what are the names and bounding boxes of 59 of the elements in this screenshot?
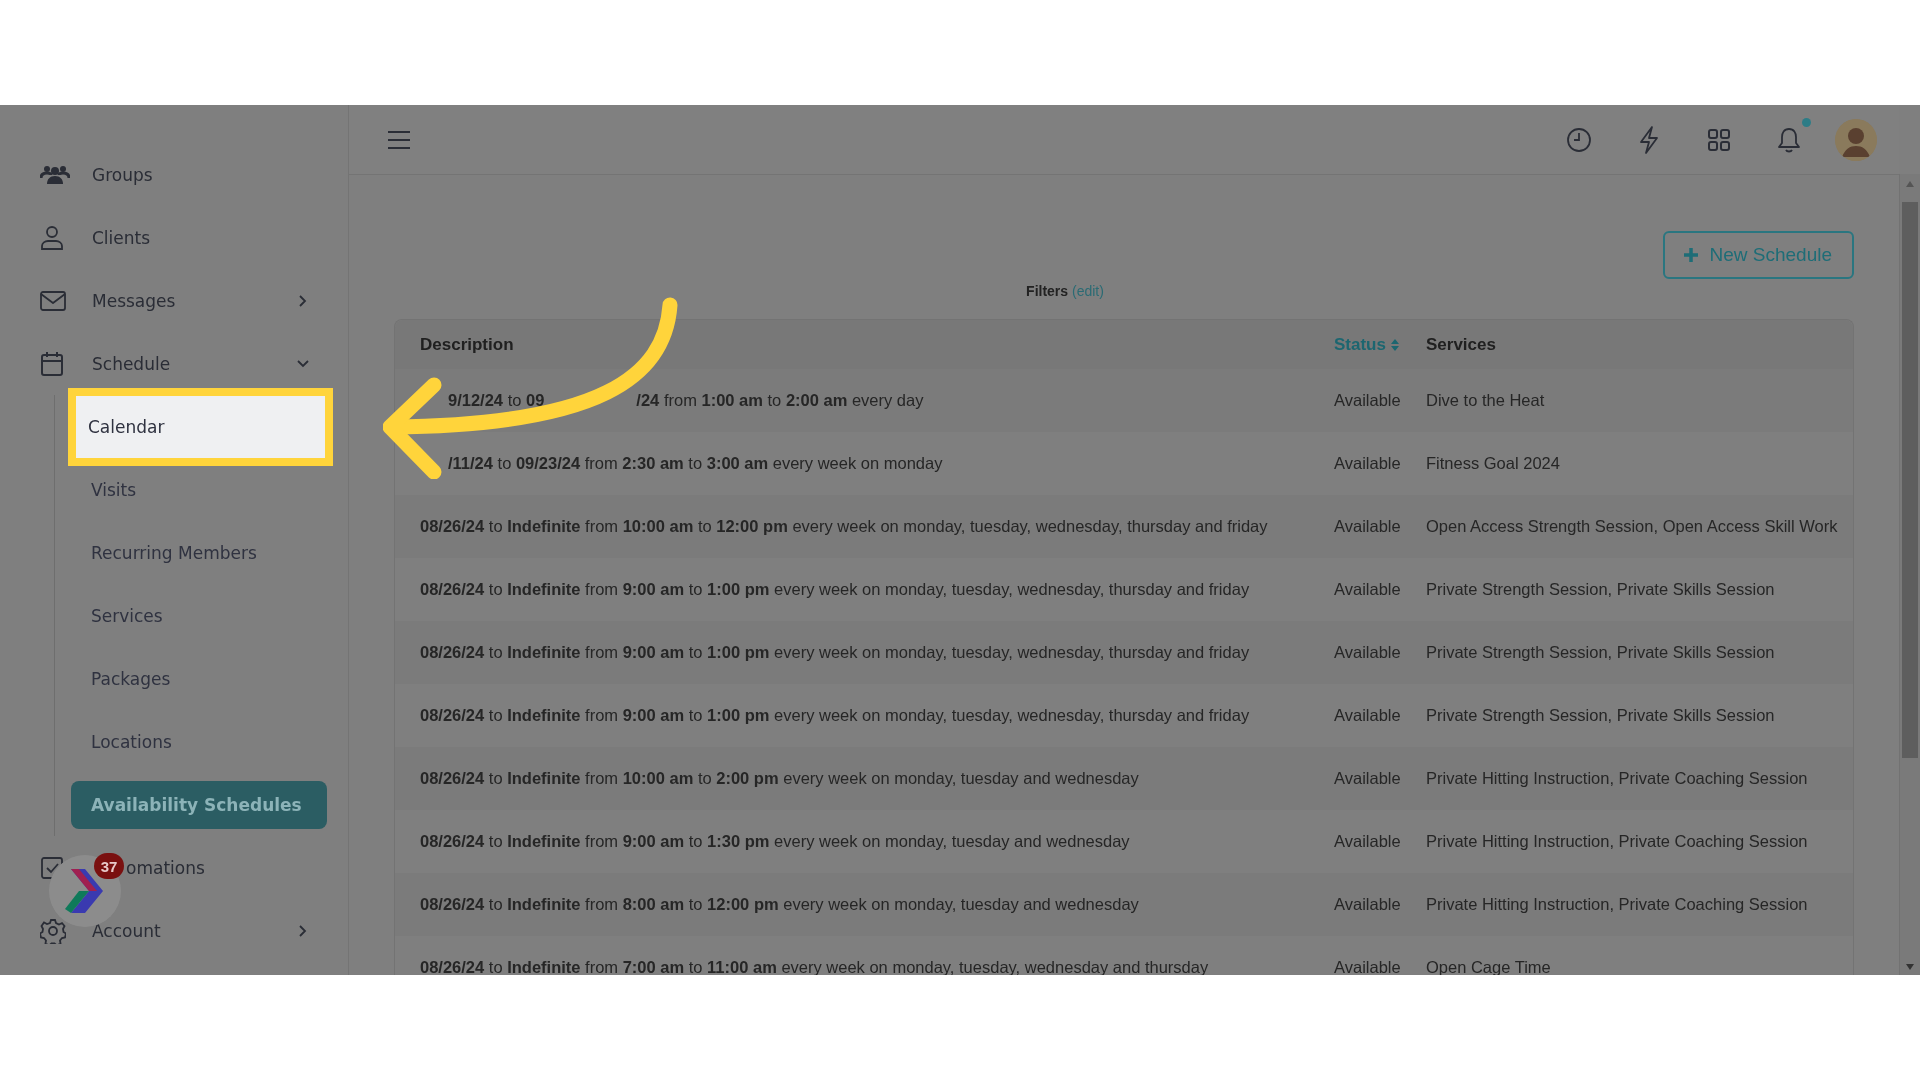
sidebar-subitem[interactable]: Packages: [71, 654, 327, 703]
table-cell: Available: [1334, 832, 1401, 850]
table-cell: Available: [1334, 706, 1401, 724]
table-cell: Available: [1334, 517, 1401, 535]
sidebar-item[interactable]: omations: [126, 857, 205, 878]
table-cell: Private Hitting Instruction, Private Coaching Session: [1426, 769, 1808, 787]
table-cell: Available: [1334, 643, 1401, 661]
sidebar-item[interactable]: Schedule: [92, 353, 171, 374]
table-cell: 08/26/24 to Indefinite from 8:00 am to 12:00 pm every week on monday, tuesday and wednesday: [420, 895, 1139, 914]
table-cell: Dive to the Heat: [1426, 391, 1545, 409]
table-cell: 08/26/24 to Indefinite from 9:00 am to 1:00 pm every week on monday, tuesday, wednesday, thursday and friday: [420, 706, 1250, 725]
table-cell: Private Strength Session, Private Skills Session: [1426, 706, 1775, 724]
settings-icon: [40, 917, 66, 944]
table-cell: 08/26/24 to Indefinite from 10:00 am to 2:00 pm every week on monday, tuesday and wednesday: [420, 769, 1139, 788]
table-cell: 08/26/24 to Indefinite from 10:00 am to 12:00 pm every week on monday, tuesday, wednesday, thursday and friday: [420, 517, 1268, 536]
table-cell: Available: [1334, 580, 1401, 598]
notification-badge: 37: [94, 853, 124, 879]
apps-grid-icon[interactable]: [1707, 127, 1731, 152]
sidebar-item[interactable]: Account: [92, 920, 161, 941]
table-cell: 08/26/24 to Indefinite from 9:00 am to 1:00 pm every week on monday, tuesday, wednesday, thursday and friday: [420, 643, 1250, 662]
clock-icon[interactable]: [1565, 125, 1593, 154]
table-cell: Private Strength Session, Private Skills Session: [1426, 643, 1775, 661]
table-cell: Private Hitting Instruction, Private Coaching Session: [1426, 895, 1808, 913]
plus-icon: [1683, 247, 1700, 263]
sidebar-item[interactable]: Messages: [92, 290, 176, 311]
person-icon: [40, 224, 64, 251]
table-cell: 9/12/24 to 09: [448, 391, 545, 410]
table-cell: Private Strength Session, Private Skills Session: [1426, 580, 1775, 598]
table-cell: /11/24 to 09/23/24 from 2:30 am to 3:00 am every week on monday: [448, 454, 943, 473]
table-cell: Open Access Strength Session, Open Access Skill Work: [1426, 517, 1838, 535]
sidebar-subitem[interactable]: Recurring Members: [71, 528, 327, 577]
lightning-icon[interactable]: [1637, 124, 1661, 155]
sidebar-item[interactable]: Clients: [92, 227, 151, 248]
table-cell: Available: [1334, 895, 1401, 913]
table-cell: Available: [1334, 454, 1401, 472]
mail-icon: [40, 290, 66, 311]
scrollbar[interactable]: [1899, 174, 1920, 975]
filters-label: Filters: [1026, 283, 1069, 299]
sidebar-subitem[interactable]: Locations: [71, 717, 327, 766]
sidebar-subitem[interactable]: Calendar: [68, 387, 333, 466]
notifications-icon[interactable]: [1776, 125, 1802, 154]
table-cell: /24 from 1:00 am to 2:00 am every day: [636, 391, 924, 410]
table-cell: Available: [1334, 391, 1401, 409]
table-cell: Private Hitting Instruction, Private Coaching Session: [1426, 832, 1808, 850]
sidebar-subitem[interactable]: Services: [71, 591, 327, 640]
sidebar-item[interactable]: Groups: [92, 164, 153, 185]
table-cell: Available: [1334, 958, 1401, 975]
sidebar-subitem[interactable]: Availability Schedules: [71, 780, 327, 829]
table-cell: 08/26/24 to Indefinite from 9:00 am to 1:00 pm every week on monday, tuesday, wednesday, thursday and friday: [420, 580, 1250, 599]
table-cell: Available: [1334, 769, 1401, 787]
scroll-down-icon[interactable]: [1905, 963, 1915, 971]
table-cell: Fitness Goal 2024: [1426, 454, 1560, 472]
sidebar-subitem[interactable]: Visits: [71, 465, 327, 514]
table-cell: 08/26/24 to Indefinite from 9:00 am to 1:30 pm every week on monday, tuesday and wednesday: [420, 832, 1130, 851]
avatar-icon[interactable]: [1835, 118, 1877, 161]
calendar-icon: [40, 350, 64, 377]
column-header: Services: [1426, 334, 1496, 354]
column-header: Description: [420, 334, 514, 354]
menu-icon[interactable]: [387, 129, 411, 150]
